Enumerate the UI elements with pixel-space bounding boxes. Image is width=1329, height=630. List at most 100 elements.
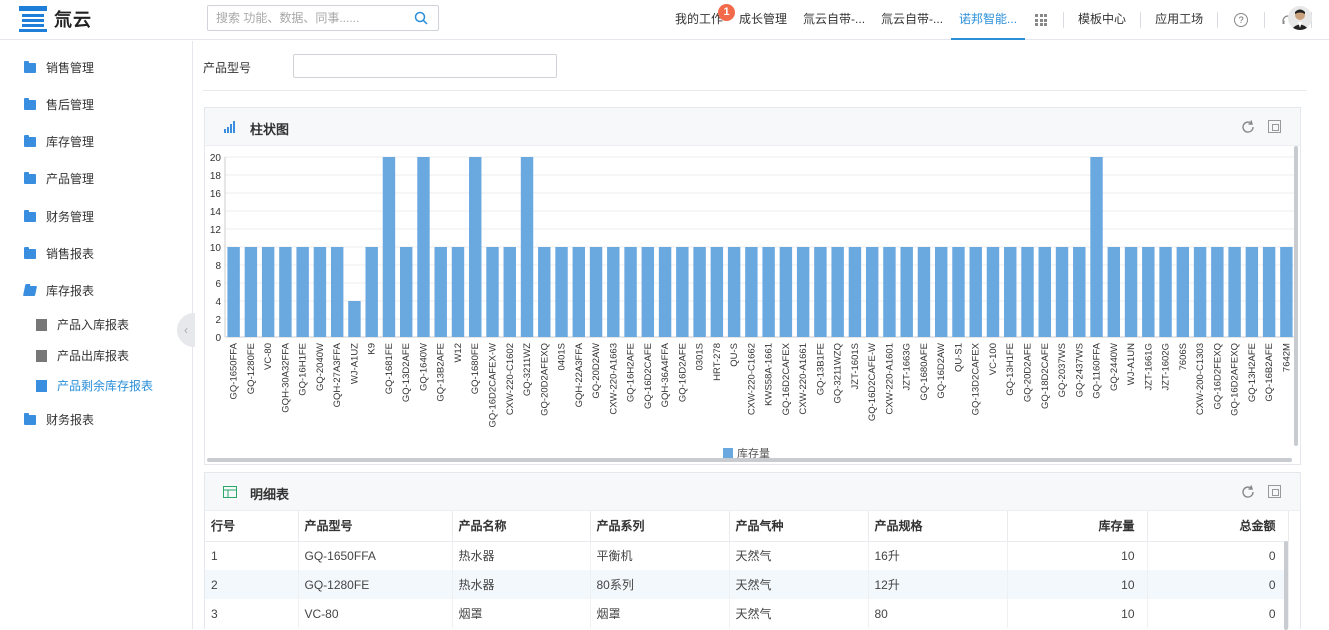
- x-tick-label: VC-100: [988, 343, 999, 375]
- search-input[interactable]: [216, 6, 406, 30]
- sidebar-subitem-outbound-report[interactable]: 产品出库报表: [36, 347, 129, 364]
- sidebar-item-inventory[interactable]: 库存管理: [24, 133, 94, 150]
- bar: [796, 247, 810, 337]
- sidebar-item-after-sales[interactable]: 售后管理: [24, 96, 94, 113]
- table-cell: 12升: [868, 570, 1008, 599]
- nav-label: 应用工场: [1155, 12, 1204, 26]
- nav-template-center[interactable]: 模板中心: [1070, 0, 1134, 40]
- sidebar-item-label: 销售管理: [46, 61, 95, 75]
- product-model-input[interactable]: [293, 54, 557, 78]
- x-tick-label: GQ-13H1FE: [1005, 343, 1016, 396]
- table-header-row: 行号 产品型号 产品名称 产品系列 产品气种 产品规格 库存量 总金额: [205, 511, 1289, 542]
- global-search[interactable]: [207, 5, 439, 31]
- bar: [1021, 247, 1034, 337]
- refresh-icon[interactable]: [1240, 484, 1256, 500]
- bar: [1055, 247, 1069, 337]
- nav-builtin-2[interactable]: 氚云自带-...: [873, 0, 951, 40]
- bar: [676, 247, 689, 337]
- top-nav: 我的工作 1 成长管理 氚云自带-... 氚云自带-... 诺邦智能... 模板…: [667, 0, 1318, 40]
- table-cell: 3: [205, 599, 299, 628]
- bar: [1142, 247, 1155, 337]
- search-icon[interactable]: [414, 11, 428, 25]
- x-tick-label: KWS58A-1661: [764, 343, 775, 406]
- sidebar: 销售管理 售后管理 库存管理 产品管理 财务管理 销售报表 库存报表 产品入库报…: [0, 41, 193, 629]
- column-header[interactable]: 总金额: [1147, 511, 1289, 542]
- x-tick-label: GQ-13H2AFE: [1247, 343, 1258, 402]
- nav-builtin-1[interactable]: 氚云自带-...: [795, 0, 873, 40]
- bar: [1090, 157, 1103, 337]
- maximize-icon[interactable]: [1268, 485, 1281, 498]
- y-tick-label: 14: [210, 207, 222, 218]
- sidebar-item-finance[interactable]: 财务管理: [24, 208, 94, 225]
- table-cell: 10: [1007, 570, 1148, 599]
- sidebar-subitem-inbound-report[interactable]: 产品入库报表: [36, 316, 129, 333]
- nav-label: 氚云自带-...: [803, 12, 866, 26]
- bar: [1245, 247, 1259, 337]
- nav-app-factory[interactable]: 应用工场: [1147, 0, 1211, 40]
- column-header[interactable]: 库存量: [1007, 511, 1148, 542]
- column-header[interactable]: 产品气种: [729, 511, 869, 542]
- bar: [503, 247, 516, 337]
- bar: [434, 247, 447, 337]
- column-header[interactable]: 产品系列: [590, 511, 730, 542]
- x-tick-label: CXW-220-C1662: [746, 343, 757, 415]
- table-cell: 平衡机: [590, 541, 730, 570]
- column-header[interactable]: 产品名称: [452, 511, 591, 542]
- table-cell: 0: [1147, 541, 1289, 570]
- nav-my-work[interactable]: 我的工作 1: [667, 0, 736, 40]
- x-tick-label: GQ-2440W: [1109, 343, 1120, 391]
- x-tick-label: GQ-16D2CAFEX-W: [488, 343, 499, 427]
- bar: [1124, 247, 1138, 337]
- y-tick-label: 0: [215, 333, 221, 344]
- table-cell: 天然气: [729, 570, 869, 599]
- vertical-scrollbar[interactable]: [1284, 541, 1288, 630]
- column-header[interactable]: 行号: [205, 511, 299, 542]
- logo-text: 氚云: [54, 10, 92, 30]
- bar: [727, 247, 741, 337]
- x-tick-label: GQ-16D2AFEXQ: [1230, 343, 1241, 416]
- refresh-icon[interactable]: [1240, 119, 1256, 135]
- table-row[interactable]: 2 GQ-1280FE 热水器 80系列 天然气 12升 10 0: [205, 570, 1289, 599]
- table-cell: 80系列: [590, 570, 730, 599]
- nav-label: 氚云自带-...: [881, 12, 944, 26]
- sidebar-item-finance-reports[interactable]: 财务报表: [24, 411, 94, 428]
- help-icon[interactable]: ?: [1234, 13, 1249, 27]
- sidebar-item-inventory-reports[interactable]: 库存报表: [22, 282, 94, 299]
- x-tick-label: CXW-220-C1602: [505, 343, 516, 415]
- table-cell: 烟罩: [452, 599, 591, 628]
- chart-panel-header: 柱状图: [205, 108, 1300, 146]
- bar: [1193, 247, 1207, 337]
- bar: [417, 157, 430, 337]
- nav-nuobang[interactable]: 诺邦智能...: [951, 0, 1026, 40]
- bar: [710, 247, 724, 337]
- sidebar-item-sales-reports[interactable]: 销售报表: [24, 245, 94, 262]
- user-avatar[interactable]: [1288, 6, 1312, 30]
- horizontal-scrollbar[interactable]: [207, 458, 1292, 462]
- bar: [986, 247, 1000, 337]
- maximize-icon[interactable]: [1268, 120, 1281, 133]
- bar: [399, 247, 413, 337]
- sidebar-item-sales[interactable]: 销售管理: [24, 59, 94, 76]
- table-row[interactable]: 3 VC-80 烟罩 烟罩 天然气 80 10 0: [205, 599, 1289, 628]
- sidebar-item-products[interactable]: 产品管理: [24, 170, 94, 187]
- nav-growth[interactable]: 成长管理: [731, 0, 795, 40]
- bar: [814, 247, 827, 337]
- vertical-scrollbar[interactable]: [1294, 146, 1298, 446]
- x-tick-label: GQ-20D2AW: [591, 343, 602, 399]
- y-tick-label: 18: [210, 171, 222, 182]
- column-header[interactable]: 产品规格: [868, 511, 1008, 542]
- folder-open-icon: [22, 285, 38, 296]
- x-tick-label: CXW-200-C1303: [1195, 343, 1206, 415]
- table-row[interactable]: 1 GQ-1650FFA 热水器 平衡机 天然气 16升 10 0: [205, 541, 1289, 570]
- x-tick-label: JZT-1663G: [902, 343, 913, 391]
- y-tick-label: 16: [210, 189, 222, 200]
- x-tick-label: GQ-2437WS: [1074, 343, 1085, 397]
- bar: [296, 247, 309, 337]
- logo[interactable]: 氚云: [18, 5, 92, 33]
- bar: [279, 247, 292, 337]
- table-cell: 0: [1147, 599, 1289, 628]
- apps-grid-icon[interactable]: [1035, 14, 1048, 26]
- x-tick-label: GQ-16D2CAFE-W: [867, 343, 878, 421]
- sidebar-subitem-remaining-report[interactable]: 产品剩余库存报表: [36, 377, 153, 394]
- column-header[interactable]: 产品型号: [298, 511, 453, 542]
